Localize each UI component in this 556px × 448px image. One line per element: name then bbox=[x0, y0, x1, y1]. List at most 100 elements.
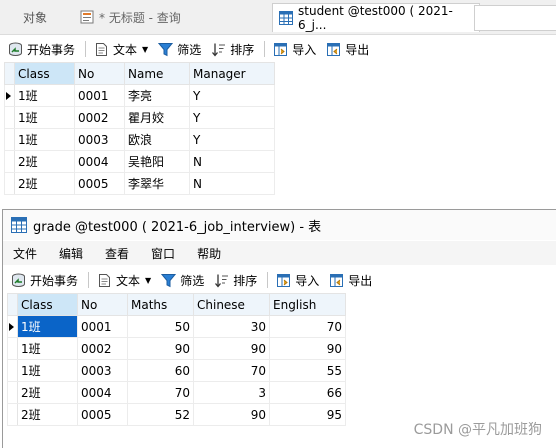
menu-bar: 文件 编辑 查看 窗口 帮助 bbox=[3, 241, 556, 265]
cell-manager[interactable]: Y bbox=[189, 84, 275, 107]
cell-manager[interactable]: N bbox=[189, 150, 275, 173]
cell-chinese[interactable]: 30 bbox=[193, 315, 270, 338]
table-row[interactable]: 2班 0004 70 3 66 bbox=[7, 381, 346, 404]
tab-objects[interactable]: 对象 bbox=[0, 3, 70, 31]
cell-no[interactable]: 0005 bbox=[74, 172, 125, 195]
cell-english[interactable]: 55 bbox=[269, 359, 346, 382]
cell-class[interactable]: 1班 bbox=[17, 359, 78, 382]
table-row[interactable]: 1班 0002 瞿月姣 Y bbox=[4, 106, 275, 129]
cell-chinese[interactable]: 3 bbox=[193, 381, 270, 404]
row-indicator bbox=[7, 359, 18, 382]
cell-english[interactable]: 66 bbox=[269, 381, 346, 404]
cell-no[interactable]: 0003 bbox=[74, 128, 125, 151]
menu-help[interactable]: 帮助 bbox=[197, 245, 221, 262]
cell-class[interactable]: 1班 bbox=[17, 315, 78, 338]
row-indicator bbox=[4, 84, 15, 107]
cell-maths[interactable]: 70 bbox=[127, 381, 194, 404]
cell-name[interactable]: 吴艳阳 bbox=[124, 150, 190, 173]
sort-label: 排序 bbox=[233, 273, 258, 288]
sort-button[interactable]: 排序 bbox=[214, 272, 257, 289]
table-row[interactable]: 1班 0002 90 90 90 bbox=[7, 337, 346, 360]
import-button[interactable]: 导入 bbox=[276, 272, 319, 289]
column-header-chinese[interactable]: Chinese bbox=[193, 293, 270, 316]
cell-no[interactable]: 0004 bbox=[74, 150, 125, 173]
begin-transaction-button[interactable]: 开始事务 bbox=[11, 272, 78, 289]
cell-maths[interactable]: 90 bbox=[127, 337, 194, 360]
table-row[interactable]: 1班 0001 50 30 70 bbox=[7, 315, 346, 338]
begin-transaction-button[interactable]: 开始事务 bbox=[8, 41, 75, 58]
table-row[interactable]: 2班 0005 52 90 95 bbox=[7, 403, 346, 426]
sort-icon bbox=[214, 273, 229, 288]
column-header-no[interactable]: No bbox=[74, 62, 125, 85]
column-header-name[interactable]: Name bbox=[124, 62, 190, 85]
menu-view[interactable]: 查看 bbox=[105, 245, 129, 262]
cell-no[interactable]: 0004 bbox=[77, 381, 128, 404]
text-view-button[interactable]: 文本 ▼ bbox=[94, 41, 148, 58]
toolbar-divider bbox=[264, 41, 266, 57]
cell-class[interactable]: 1班 bbox=[14, 128, 75, 151]
text-view-label: 文本 bbox=[113, 42, 138, 57]
tab-student-table[interactable]: student @test000 ( 2021-6_j... bbox=[272, 3, 480, 32]
menu-edit[interactable]: 编辑 bbox=[59, 245, 83, 262]
cell-class[interactable]: 2班 bbox=[17, 381, 78, 404]
cell-maths[interactable]: 60 bbox=[127, 359, 194, 382]
cell-no[interactable]: 0002 bbox=[74, 106, 125, 129]
cell-class[interactable]: 1班 bbox=[14, 84, 75, 107]
text-view-button[interactable]: 文本 ▼ bbox=[97, 272, 151, 289]
export-button[interactable]: 导出 bbox=[329, 272, 372, 289]
cell-class[interactable]: 2班 bbox=[14, 150, 75, 173]
cell-class[interactable]: 2班 bbox=[17, 403, 78, 426]
table-row[interactable]: 2班 0005 李翠华 N bbox=[4, 172, 275, 195]
cell-manager[interactable]: Y bbox=[189, 128, 275, 151]
cell-chinese[interactable]: 90 bbox=[193, 403, 270, 426]
cell-english[interactable]: 90 bbox=[269, 337, 346, 360]
row-header-corner bbox=[7, 293, 18, 316]
column-header-class[interactable]: Class bbox=[17, 293, 78, 316]
table-row[interactable]: 2班 0004 吴艳阳 N bbox=[4, 150, 275, 173]
cell-name[interactable]: 李翠华 bbox=[124, 172, 190, 195]
cell-no[interactable]: 0003 bbox=[77, 359, 128, 382]
window-title: grade @test000 ( 2021-6_job_interview) -… bbox=[33, 219, 322, 235]
column-header-maths[interactable]: Maths bbox=[127, 293, 194, 316]
cell-name[interactable]: 欧浪 bbox=[124, 128, 190, 151]
cell-no[interactable]: 0001 bbox=[74, 84, 125, 107]
column-header-no[interactable]: No bbox=[77, 293, 128, 316]
column-header-class[interactable]: Class bbox=[14, 62, 75, 85]
cell-manager[interactable]: N bbox=[189, 172, 275, 195]
sort-icon bbox=[211, 42, 226, 57]
cell-name[interactable]: 瞿月姣 bbox=[124, 106, 190, 129]
cell-english[interactable]: 95 bbox=[269, 403, 346, 426]
cell-class[interactable]: 1班 bbox=[14, 106, 75, 129]
filter-button[interactable]: 筛选 bbox=[161, 272, 204, 289]
sort-button[interactable]: 排序 bbox=[211, 41, 254, 58]
table-icon bbox=[279, 11, 293, 25]
menu-window[interactable]: 窗口 bbox=[151, 245, 175, 262]
cell-maths[interactable]: 50 bbox=[127, 315, 194, 338]
tab-search-field[interactable] bbox=[474, 5, 556, 31]
cell-class[interactable]: 2班 bbox=[14, 172, 75, 195]
cell-no[interactable]: 0002 bbox=[77, 337, 128, 360]
cell-class[interactable]: 1班 bbox=[17, 337, 78, 360]
table-row[interactable]: 1班 0001 李亮 Y bbox=[4, 84, 275, 107]
column-header-english[interactable]: English bbox=[269, 293, 346, 316]
menu-file[interactable]: 文件 bbox=[13, 245, 37, 262]
table-row[interactable]: 1班 0003 欧浪 Y bbox=[4, 128, 275, 151]
cell-name[interactable]: 李亮 bbox=[124, 84, 190, 107]
cell-maths[interactable]: 52 bbox=[127, 403, 194, 426]
import-button[interactable]: 导入 bbox=[273, 41, 316, 58]
cell-chinese[interactable]: 90 bbox=[193, 337, 270, 360]
cell-manager[interactable]: Y bbox=[189, 106, 275, 129]
filter-button[interactable]: 筛选 bbox=[158, 41, 201, 58]
filter-label: 筛选 bbox=[180, 273, 205, 288]
export-button[interactable]: 导出 bbox=[326, 41, 369, 58]
toolbar-divider bbox=[85, 41, 87, 57]
table-row[interactable]: 1班 0003 60 70 55 bbox=[7, 359, 346, 382]
cell-no[interactable]: 0005 bbox=[77, 403, 128, 426]
filter-icon bbox=[158, 42, 174, 57]
cell-english[interactable]: 70 bbox=[269, 315, 346, 338]
cell-chinese[interactable]: 70 bbox=[193, 359, 270, 382]
column-header-manager[interactable]: Manager bbox=[189, 62, 275, 85]
cell-no[interactable]: 0001 bbox=[77, 315, 128, 338]
tab-untitled-query[interactable]: * 无标题 - 查询 bbox=[74, 3, 272, 31]
window-title-bar[interactable]: grade @test000 ( 2021-6_job_interview) -… bbox=[3, 210, 556, 240]
